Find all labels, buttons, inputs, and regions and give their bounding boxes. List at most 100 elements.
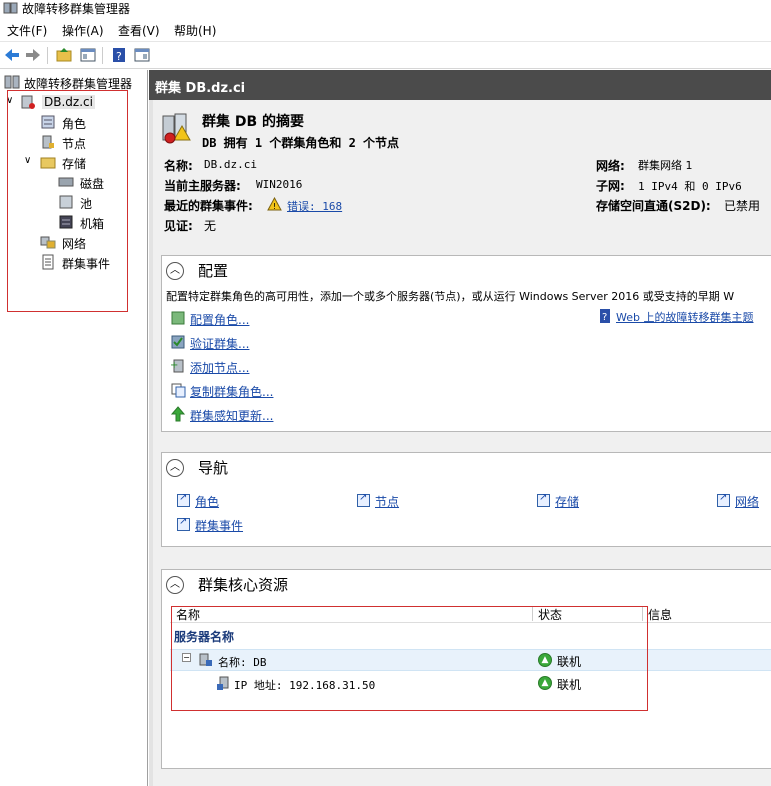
nav-link-icon (717, 492, 730, 507)
nav-link-icon (357, 492, 370, 507)
nav-storage-link[interactable]: 存储 (555, 493, 579, 510)
events-error-link[interactable]: 错误: 168 (287, 198, 342, 214)
summary-subtitle: DB 拥有 1 个群集角色和 2 个节点 (202, 136, 400, 150)
collapse-core-button[interactable]: ︿ (166, 576, 184, 594)
nodes-icon (42, 135, 54, 149)
configure-description: 配置特定群集角色的高可用性，添加一个或多个服务器(节点)，或从运行 Window… (166, 290, 735, 303)
tree-item-events[interactable]: 群集事件 (40, 254, 140, 272)
web-topics-link[interactable]: Web 上的故障转移群集主题 (616, 309, 753, 325)
collapse-row-icon[interactable]: − (182, 653, 191, 662)
forward-icon[interactable] (24, 46, 42, 64)
subnet-value: 1 IPv4 和 0 IPv6 (638, 180, 742, 193)
tree-networks-label: 网络 (62, 237, 87, 251)
collapse-navigate-button[interactable]: ︿ (166, 459, 184, 477)
table-header: 名称 状态 信息 (170, 604, 771, 623)
warning-icon: ! (267, 197, 282, 211)
svg-text:?: ? (116, 50, 122, 63)
column-divider (532, 606, 533, 621)
tree-item-enclosures[interactable]: 机箱 (58, 214, 138, 232)
results-header: 群集 DB.dz.ci (149, 70, 771, 100)
svg-text:?: ? (602, 312, 607, 323)
tree-enclosures-label: 机箱 (80, 217, 105, 231)
enclosure-icon (59, 215, 73, 229)
tree-roles-label: 角色 (62, 117, 87, 131)
table-row[interactable]: IP 地址: 192.168.31.50 ▲ 联机 (170, 673, 771, 695)
copy-roles-link[interactable]: 复制群集角色... (190, 383, 273, 400)
column-status[interactable]: 状态 (538, 606, 562, 623)
row-name: IP 地址: 192.168.31.50 (234, 679, 376, 692)
tree-root[interactable]: 故障转移群集管理器 (4, 74, 144, 92)
row-status: 联机 (557, 678, 582, 692)
tree-item-nodes[interactable]: 节点 (40, 134, 140, 152)
ip-address-icon (217, 676, 229, 690)
nav-link-icon (177, 492, 190, 507)
chevron-down-icon[interactable]: ∨ (24, 155, 31, 166)
folder-up-icon[interactable] (55, 46, 73, 64)
table-row[interactable]: − 名称: DB ▲ 联机 (170, 649, 771, 671)
name-label: 名称: (164, 159, 193, 173)
nav-roles-link[interactable]: 角色 (195, 493, 219, 510)
events-icon (42, 254, 54, 270)
tree-item-roles[interactable]: 角色 (40, 114, 140, 132)
server-name-icon (199, 653, 212, 666)
menu-help[interactable]: 帮助(H) (174, 22, 216, 39)
nav-events-link[interactable]: 群集事件 (195, 517, 243, 534)
group-header: 服务器名称 (174, 630, 235, 644)
pool-icon (59, 195, 73, 209)
tree-item-cluster[interactable]: ∨ DB.dz.ci (6, 94, 136, 112)
toolbar-divider (102, 47, 103, 64)
console-tree-icon[interactable] (79, 46, 97, 64)
title-bar: 故障转移群集管理器 (0, 0, 771, 17)
tree-root-label: 故障转移群集管理器 (24, 77, 133, 91)
results-header-title: 群集 DB.dz.ci (155, 81, 246, 96)
tree-item-pools[interactable]: 池 (58, 194, 138, 212)
window-title: 故障转移群集管理器 (22, 2, 131, 16)
collapse-configure-button[interactable]: ︿ (166, 262, 184, 280)
core-resources-title: 群集核心资源 (198, 576, 289, 594)
menu-bar: 文件(F) 操作(A) 查看(V) 帮助(H) (0, 19, 771, 41)
menu-file[interactable]: 文件(F) (7, 22, 47, 39)
tree-storage-label: 存储 (62, 157, 87, 171)
help-book-icon: ? (600, 309, 610, 323)
row-name: 名称: DB (218, 656, 267, 669)
cluster-icon (21, 95, 35, 109)
tree-item-disks[interactable]: 磁盘 (58, 174, 138, 192)
tree-disks-label: 磁盘 (80, 177, 105, 191)
network-label: 网络: (596, 159, 625, 173)
row-status: 联机 (557, 655, 582, 669)
menu-action[interactable]: 操作(A) (62, 22, 104, 39)
nav-nodes-link[interactable]: 节点 (375, 493, 399, 510)
core-resources-panel: ︿ 群集核心资源 名称 状态 信息 服务器名称 − 名称: DB ▲ 联机 IP… (161, 569, 771, 769)
roles-icon (41, 115, 55, 129)
action-pane-icon[interactable] (133, 46, 151, 64)
summary-title: 群集 DB 的摘要 (202, 114, 305, 130)
configure-role-link[interactable]: 配置角色... (190, 311, 249, 328)
chevron-down-icon[interactable]: ∨ (6, 95, 13, 106)
column-info[interactable]: 信息 (648, 606, 672, 623)
update-arrow-icon (170, 406, 186, 422)
events-label: 最近的群集事件: (164, 199, 253, 213)
toolbar: ? (0, 41, 771, 69)
host-label: 当前主服务器: (164, 179, 241, 193)
tree-item-networks[interactable]: 网络 (40, 234, 140, 252)
add-node-link[interactable]: 添加节点... (190, 359, 249, 376)
nav-link-icon (177, 516, 190, 531)
tree-item-storage[interactable]: ∨ 存储 (24, 154, 134, 172)
s2d-label: 存储空间直通(S2D): (596, 199, 711, 213)
witness-value: 无 (204, 219, 217, 233)
add-node-icon: + (170, 359, 184, 373)
back-icon[interactable] (3, 46, 21, 64)
nav-networks-link[interactable]: 网络 (735, 493, 759, 510)
copy-roles-icon (171, 383, 186, 398)
cluster-manager-icon (4, 75, 20, 89)
online-icon: ▲ (538, 653, 552, 667)
navigate-panel: ︿ 导航 角色 节点 存储 网络 群集事件 (161, 452, 771, 547)
subnet-label: 子网: (596, 179, 625, 193)
help-icon[interactable]: ? (110, 46, 128, 64)
menu-view[interactable]: 查看(V) (118, 22, 160, 39)
column-name[interactable]: 名称 (176, 606, 200, 623)
cluster-aware-updating-link[interactable]: 群集感知更新... (190, 407, 273, 424)
host-value: WIN2016 (256, 178, 303, 191)
validate-cluster-link[interactable]: 验证群集... (190, 335, 249, 352)
configure-panel: ︿ 配置 配置特定群集角色的高可用性，添加一个或多个服务器(节点)，或从运行 W… (161, 255, 771, 432)
